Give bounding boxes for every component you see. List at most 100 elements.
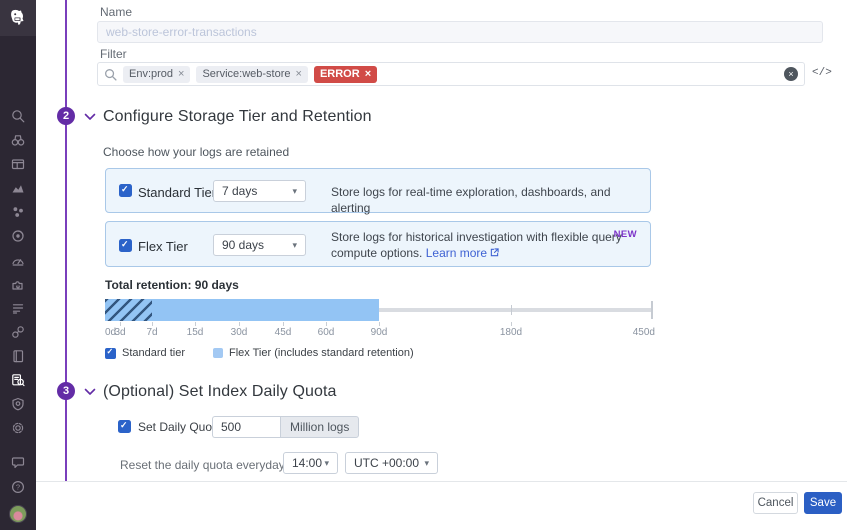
reset-quota-label: Reset the daily quota everyday at <box>120 458 298 472</box>
minor-tick <box>283 322 284 326</box>
cancel-button[interactable]: Cancel <box>753 492 798 514</box>
name-label: Name <box>100 5 132 19</box>
caret-down-icon: ▾ <box>324 458 329 469</box>
security-shield-icon[interactable] <box>0 392 36 416</box>
tick-label: 45d <box>275 327 292 338</box>
legend-label: Flex Tier (includes standard retention) <box>229 347 414 359</box>
filter-tag-service[interactable]: Service:web-store × <box>196 66 307 83</box>
name-input[interactable] <box>97 21 823 43</box>
user-avatar[interactable] <box>0 502 36 526</box>
reset-timezone-dropdown[interactable]: UTC +00:00 ▾ <box>345 452 438 474</box>
filter-code-toggle-icon[interactable]: </> <box>812 67 832 79</box>
axis-line <box>379 308 653 312</box>
legend-flex-tier: Flex Tier (includes standard retention) <box>213 347 414 359</box>
index-configuration-page: ? Name Filter Env:prod × Service:web-sto… <box>0 0 847 530</box>
daily-quota-checkbox[interactable] <box>118 420 131 433</box>
footer-bar: Cancel Save <box>36 481 847 530</box>
tag-remove-icon[interactable]: × <box>365 68 371 80</box>
notebooks-icon[interactable] <box>0 344 36 368</box>
tick-label: 450d <box>633 327 655 338</box>
logs-icon[interactable] <box>0 368 36 392</box>
minor-tick <box>326 322 327 326</box>
tick-label: 15d <box>187 327 204 338</box>
dropdown-value: 90 days <box>222 238 264 252</box>
quota-section-title: (Optional) Set Index Daily Quota <box>103 383 337 401</box>
flex-tier-description: Store logs for historical investigation … <box>331 229 641 261</box>
feedback-chat-icon[interactable] <box>0 450 36 474</box>
learn-more-link[interactable]: Learn more <box>426 246 487 260</box>
minor-tick <box>239 322 240 326</box>
datadog-logo-icon[interactable] <box>0 0 36 36</box>
flex-tier-checkbox[interactable] <box>119 239 132 252</box>
processes-icon[interactable] <box>0 200 36 224</box>
reset-time-dropdown[interactable]: 14:00 ▾ <box>283 452 338 474</box>
tag-label: ERROR <box>320 68 360 80</box>
flex-tier-segment <box>152 299 379 321</box>
svg-text:?: ? <box>16 483 20 492</box>
tick-label: 90d <box>371 327 388 338</box>
standard-tier-checkbox[interactable] <box>119 184 132 197</box>
filter-clear-icon[interactable]: × <box>784 67 798 81</box>
caret-down-icon: ▾ <box>292 186 297 197</box>
tick-label: 60d <box>318 327 335 338</box>
standard-tier-card: Standard Tier 7 days ▾ Store logs for re… <box>105 168 651 213</box>
metrics-chart-icon[interactable] <box>0 176 36 200</box>
tag-remove-icon[interactable]: × <box>178 68 184 80</box>
flex-tier-card: Flex Tier 90 days ▾ Store logs for histo… <box>105 221 651 267</box>
legend-standard-tier: Standard tier <box>105 347 185 359</box>
indexes-list-icon[interactable] <box>0 296 36 320</box>
axis-tick-180d <box>511 305 513 315</box>
new-badge: NEW <box>614 229 637 240</box>
legend-label: Standard tier <box>122 347 185 359</box>
dropdown-value: 7 days <box>222 184 257 198</box>
filter-search-icon <box>104 68 117 81</box>
tick-label: 30d <box>231 327 248 338</box>
dropdown-value: 14:00 <box>292 456 322 470</box>
save-button[interactable]: Save <box>804 492 842 514</box>
apm-target-icon[interactable] <box>0 224 36 248</box>
daily-quota-label: Set Daily Quota <box>138 420 222 434</box>
step-3-collapse-chevron-icon[interactable] <box>83 385 96 398</box>
tag-label: Service:web-store <box>202 68 290 80</box>
retention-legend: Standard tier Flex Tier (includes standa… <box>105 347 414 359</box>
flex-tier-label: Flex Tier <box>138 239 188 254</box>
tick-label: 3d <box>114 327 125 338</box>
daily-quota-unit: Million logs <box>280 416 359 438</box>
tick-label: 180d <box>500 327 522 338</box>
integrations-puzzle-icon[interactable] <box>0 272 36 296</box>
search-icon[interactable] <box>0 104 36 128</box>
filter-tag-env[interactable]: Env:prod × <box>123 66 190 83</box>
daily-quota-input[interactable] <box>212 416 280 438</box>
minor-tick <box>379 322 380 326</box>
minor-tick <box>195 322 196 326</box>
dashboards-icon[interactable] <box>0 152 36 176</box>
minor-tick <box>120 322 121 326</box>
standard-retention-dropdown[interactable]: 7 days ▾ <box>213 180 306 202</box>
legend-checkbox-icon <box>105 348 116 359</box>
standard-tier-label: Standard Tier <box>138 185 216 200</box>
caret-down-icon: ▾ <box>292 240 297 251</box>
step-2-badge: 2 <box>57 107 75 125</box>
tag-remove-icon[interactable]: × <box>296 68 302 80</box>
caret-down-icon: ▾ <box>424 458 429 469</box>
storage-subtitle: Choose how your logs are retained <box>103 145 289 159</box>
step-3-badge: 3 <box>57 382 75 400</box>
watchdog-binoculars-icon[interactable] <box>0 128 36 152</box>
minor-tick <box>511 322 512 326</box>
tick-label: 7d <box>146 327 157 338</box>
flex-retention-dropdown[interactable]: 90 days ▾ <box>213 234 306 256</box>
standard-tier-segment <box>105 299 152 321</box>
external-link-icon <box>490 248 499 257</box>
filter-tag-error[interactable]: ERROR × <box>314 66 377 83</box>
stepper-line <box>65 0 67 481</box>
pipelines-link-icon[interactable] <box>0 320 36 344</box>
standard-tier-description: Store logs for real-time exploration, da… <box>331 184 651 216</box>
help-icon[interactable]: ? <box>0 475 36 499</box>
total-retention-text: Total retention: 90 days <box>105 278 239 292</box>
step-2-collapse-chevron-icon[interactable] <box>83 110 96 123</box>
monitors-gauge-icon[interactable] <box>0 248 36 272</box>
tag-label: Env:prod <box>129 68 173 80</box>
retention-bar-chart <box>105 299 653 321</box>
filter-input[interactable]: Env:prod × Service:web-store × ERROR × × <box>97 62 805 86</box>
settings-gear-icon[interactable] <box>0 416 36 440</box>
